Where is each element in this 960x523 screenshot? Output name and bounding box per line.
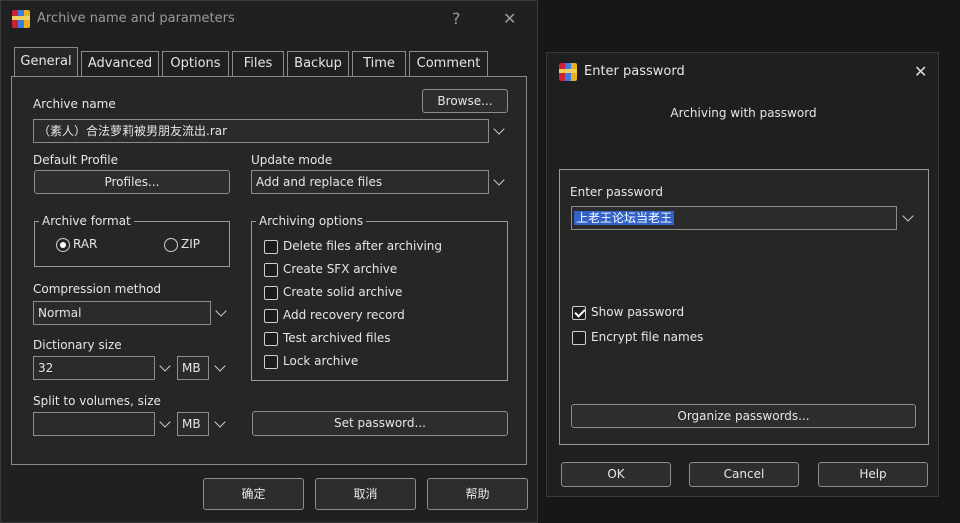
delete-after-label[interactable]: Delete files after archiving (283, 239, 442, 253)
enter-password-label: Enter password (570, 185, 663, 199)
password-ok-button[interactable]: OK (561, 462, 671, 487)
tab-options[interactable]: Options (162, 51, 229, 76)
tab-time[interactable]: Time (352, 51, 406, 76)
password-help-button[interactable]: Help (818, 462, 928, 487)
close-icon[interactable]: ✕ (914, 64, 927, 80)
enter-password-window: Enter password ✕ Archiving with password… (546, 52, 939, 497)
test-archived-label[interactable]: Test archived files (283, 331, 390, 345)
dictionary-size-label: Dictionary size (33, 338, 122, 352)
create-sfx-checkbox[interactable] (264, 263, 278, 277)
delete-after-checkbox[interactable] (264, 240, 278, 254)
split-volumes-dropdown-icon[interactable] (158, 416, 174, 432)
encrypt-names-label[interactable]: Encrypt file names (591, 330, 703, 344)
tab-general[interactable]: General (14, 47, 78, 77)
tab-files[interactable]: Files (232, 51, 284, 76)
encrypt-names-checkbox[interactable] (572, 331, 586, 345)
split-unit-dropdown-icon[interactable] (213, 416, 229, 432)
password-selected-text: 上老王论坛当老王 (574, 211, 675, 225)
lock-archive-checkbox[interactable] (264, 355, 278, 369)
recovery-record-checkbox[interactable] (264, 309, 278, 323)
archive-name-input[interactable]: （素人）合法萝莉被男朋友流出.rar (33, 119, 489, 143)
zip-radio[interactable] (164, 238, 178, 252)
tab-comment[interactable]: Comment (409, 51, 488, 76)
update-mode-select[interactable]: Add and replace files (251, 170, 489, 194)
winrar-icon (12, 10, 30, 28)
password-window-titlebar[interactable]: Enter password ✕ (547, 53, 938, 89)
lock-archive-label[interactable]: Lock archive (283, 354, 358, 368)
recovery-record-label[interactable]: Add recovery record (283, 308, 405, 322)
tab-advanced[interactable]: Advanced (81, 51, 159, 76)
set-password-button[interactable]: Set password... (252, 411, 508, 436)
archiving-with-password-text: Archiving with password (670, 106, 817, 120)
password-dropdown-icon[interactable] (901, 210, 917, 226)
browse-button[interactable]: Browse... (422, 89, 508, 113)
dictionary-size-select[interactable]: 32 (33, 356, 155, 380)
create-solid-checkbox[interactable] (264, 286, 278, 300)
help-button[interactable]: 帮助 (427, 478, 528, 510)
dictionary-size-dropdown-icon[interactable] (158, 360, 174, 376)
archive-format-title: Archive format (39, 214, 134, 228)
archive-name-dropdown-icon[interactable] (492, 123, 508, 139)
cancel-button[interactable]: 取消 (315, 478, 416, 510)
show-password-label[interactable]: Show password (591, 305, 684, 319)
update-mode-label: Update mode (251, 153, 333, 167)
archiving-options-title: Archiving options (256, 214, 367, 228)
show-password-checkbox[interactable] (572, 306, 586, 320)
dictionary-unit-dropdown-icon[interactable] (213, 360, 229, 376)
split-unit-select[interactable]: MB (177, 412, 209, 436)
dictionary-unit-select[interactable]: MB (177, 356, 209, 380)
zip-radio-label[interactable]: ZIP (181, 237, 200, 251)
rar-radio-label[interactable]: RAR (73, 237, 97, 251)
password-window-title: Enter password (584, 64, 685, 79)
password-cancel-button[interactable]: Cancel (689, 462, 799, 487)
split-volumes-input[interactable] (33, 412, 155, 436)
rar-radio[interactable] (56, 238, 70, 252)
profiles-button[interactable]: Profiles... (34, 170, 230, 194)
default-profile-label: Default Profile (33, 153, 118, 167)
organize-passwords-button[interactable]: Organize passwords... (571, 404, 916, 428)
winrar-icon (559, 63, 577, 81)
archive-window-titlebar[interactable]: Archive name and parameters ? ✕ (1, 1, 537, 37)
password-input[interactable]: 上老王论坛当老王 (571, 206, 897, 230)
test-archived-checkbox[interactable] (264, 332, 278, 346)
archive-name-label: Archive name (33, 97, 116, 111)
create-sfx-label[interactable]: Create SFX archive (283, 262, 397, 276)
archive-params-window: Archive name and parameters ? ✕ General … (0, 0, 538, 523)
compression-method-select[interactable]: Normal (33, 301, 211, 325)
tab-backup[interactable]: Backup (287, 51, 349, 76)
compression-method-dropdown-icon[interactable] (214, 305, 230, 321)
update-mode-dropdown-icon[interactable] (492, 174, 508, 190)
help-icon[interactable]: ? (452, 11, 461, 27)
create-solid-label[interactable]: Create solid archive (283, 285, 402, 299)
split-volumes-label: Split to volumes, size (33, 394, 161, 408)
compression-method-label: Compression method (33, 282, 162, 296)
ok-button[interactable]: 确定 (203, 478, 304, 510)
archive-window-title: Archive name and parameters (37, 11, 235, 26)
close-icon[interactable]: ✕ (503, 11, 516, 27)
